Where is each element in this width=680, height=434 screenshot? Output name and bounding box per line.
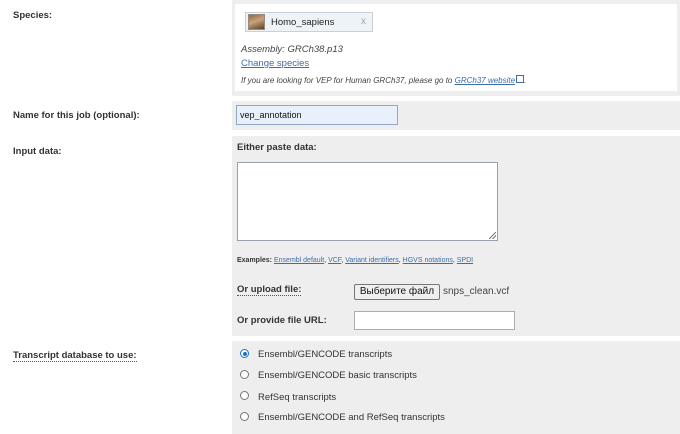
species-chip-name: Homo_sapiens (271, 17, 335, 28)
external-link-icon (516, 75, 525, 83)
transcript-db-panel: Ensembl/GENCODE transcripts Ensembl/GENC… (232, 341, 680, 434)
job-name-input[interactable] (236, 105, 398, 125)
example-hgvs-notations-link[interactable]: HGVS notations (403, 257, 453, 264)
transcript-option-label[interactable]: Ensembl/GENCODE basic transcripts (258, 370, 417, 381)
example-variant-identifiers-link[interactable]: Variant identifiers (345, 257, 399, 264)
species-box: Homo_sapiens x Assembly: GRCh38.p13 Chan… (235, 4, 677, 91)
species-label: Species: (13, 10, 53, 21)
paste-data-label: Either paste data: (237, 142, 317, 153)
paste-data-textarea[interactable] (237, 162, 498, 241)
transcript-option-radio[interactable] (240, 370, 249, 379)
examples-label: Examples: (237, 257, 273, 264)
transcript-option-label[interactable]: RefSeq transcripts (258, 392, 336, 403)
choose-file-button[interactable]: Выберите файл (354, 284, 440, 300)
upload-file-label: Or upload file: (237, 284, 302, 296)
transcript-option-radio[interactable] (240, 391, 249, 400)
job-name-label: Name for this job (optional): (13, 110, 140, 121)
examples-line: Examples: Ensembl default, VCF, Variant … (237, 257, 474, 264)
transcript-option-radio[interactable] (240, 349, 249, 358)
transcript-db-label: Transcript database to use: (13, 350, 137, 362)
species-panel: Homo_sapiens x Assembly: GRCh38.p13 Chan… (232, 0, 680, 96)
species-thumbnail-icon (248, 14, 265, 30)
species-chip[interactable]: Homo_sapiens x (245, 12, 373, 32)
job-name-panel (232, 101, 680, 130)
resize-grip-icon[interactable] (489, 232, 496, 239)
file-url-label: Or provide file URL: (237, 315, 327, 326)
transcript-option-label[interactable]: Ensembl/GENCODE transcripts (258, 349, 392, 360)
grch37-note-suffix: . (524, 76, 527, 85)
example-ensembl-default-link[interactable]: Ensembl default (274, 257, 324, 264)
input-data-panel: Either paste data: Examples: Ensembl def… (232, 136, 680, 336)
transcript-option-radio[interactable] (240, 412, 249, 421)
grch37-website-link[interactable]: GRCh37 website (455, 76, 515, 85)
input-data-label: Input data: (13, 146, 62, 157)
assembly-text: Assembly: GRCh38.p13 (241, 44, 343, 55)
change-species-link[interactable]: Change species (241, 58, 309, 69)
grch37-note: If you are looking for VEP for Human GRC… (241, 75, 526, 85)
transcript-option-label[interactable]: Ensembl/GENCODE and RefSeq transcripts (258, 412, 445, 423)
remove-species-icon[interactable]: x (361, 16, 366, 27)
example-spdi-link[interactable]: SPDI (457, 257, 473, 264)
upload-filename: snps_clean.vcf (443, 286, 510, 297)
grch37-note-text: If you are looking for VEP for Human GRC… (241, 76, 455, 85)
file-url-input[interactable] (354, 311, 515, 330)
example-vcf-link[interactable]: VCF (328, 257, 341, 264)
